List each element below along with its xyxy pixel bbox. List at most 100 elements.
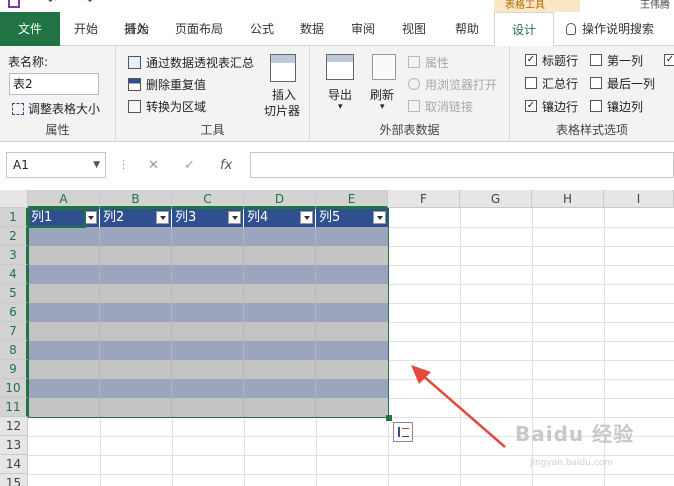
cancel-icon[interactable]: ✕ xyxy=(148,158,159,173)
table-cell[interactable] xyxy=(316,379,389,398)
table-header-cell[interactable]: 列1 xyxy=(28,208,100,227)
checkbox-header-row[interactable]: ✓ xyxy=(525,54,537,66)
column-header-d[interactable]: D xyxy=(244,190,316,208)
column-header-h[interactable]: H xyxy=(532,190,604,208)
row-header-4[interactable]: 4 xyxy=(0,265,28,284)
row-header-8[interactable]: 8 xyxy=(0,341,28,360)
tab-help[interactable]: 帮助 xyxy=(440,12,494,46)
export-dropdown-icon[interactable]: ▾ xyxy=(338,102,343,112)
table-cell[interactable] xyxy=(28,284,100,303)
row-header-2[interactable]: 2 xyxy=(0,227,28,246)
table-cell[interactable] xyxy=(316,322,389,341)
column-header-c[interactable]: C xyxy=(172,190,244,208)
table-header-cell[interactable]: 列2 xyxy=(100,208,172,227)
table-cell[interactable] xyxy=(244,341,316,360)
column-header-g[interactable]: G xyxy=(460,190,532,208)
checkbox-filter-button[interactable]: ✓ xyxy=(664,54,674,66)
table-cell[interactable] xyxy=(172,246,244,265)
table-cell[interactable] xyxy=(28,322,100,341)
table-cell[interactable] xyxy=(244,379,316,398)
checkbox-banded-rows[interactable]: ✓ xyxy=(525,100,537,112)
table-cell[interactable] xyxy=(172,379,244,398)
table-cell[interactable] xyxy=(316,360,389,379)
row-header-3[interactable]: 3 xyxy=(0,246,28,265)
export-button[interactable]: 导出 xyxy=(328,86,352,103)
select-all-corner[interactable] xyxy=(0,190,28,208)
table-cell[interactable] xyxy=(172,341,244,360)
checkbox-last-column[interactable] xyxy=(590,77,602,89)
redo-icon[interactable]: ↷ xyxy=(84,0,92,7)
tab-home-label[interactable]: 开始 xyxy=(60,12,112,46)
resize-table-button[interactable]: 调整表格大小 xyxy=(28,100,100,117)
filter-dropdown-icon[interactable] xyxy=(228,211,241,224)
table-cell[interactable] xyxy=(100,379,172,398)
name-box-dropdown-icon[interactable]: ▼ xyxy=(93,153,100,177)
table-cell[interactable] xyxy=(28,398,100,417)
name-box[interactable]: A1 ▼ xyxy=(6,152,106,178)
tab-insert[interactable]: 插入 xyxy=(112,12,160,46)
table-cell[interactable] xyxy=(28,303,100,322)
table-cell[interactable] xyxy=(100,303,172,322)
checkbox-first-column[interactable] xyxy=(590,54,602,66)
table-cell[interactable] xyxy=(244,265,316,284)
table-cell[interactable] xyxy=(244,360,316,379)
table-cell[interactable] xyxy=(28,360,100,379)
table-cell[interactable] xyxy=(172,284,244,303)
refresh-button[interactable]: 刷新 xyxy=(370,86,394,103)
tab-design[interactable]: 设计 xyxy=(494,12,554,47)
table-cell[interactable] xyxy=(316,284,389,303)
table-cell[interactable] xyxy=(172,322,244,341)
row-header-9[interactable]: 9 xyxy=(0,360,28,379)
excel-table[interactable]: 列1 列2 列3 列4 列5 xyxy=(28,208,389,418)
save-icon[interactable] xyxy=(8,0,20,8)
table-cell[interactable] xyxy=(100,265,172,284)
row-header-14[interactable]: 14 xyxy=(0,455,28,474)
table-cell[interactable] xyxy=(244,284,316,303)
table-cell[interactable] xyxy=(28,265,100,284)
filter-dropdown-icon[interactable] xyxy=(300,211,313,224)
table-header-cell[interactable]: 列4 xyxy=(244,208,316,227)
insert-function-icon[interactable]: fx xyxy=(220,158,232,173)
unlink-button[interactable]: 取消链接 xyxy=(425,98,473,115)
filter-dropdown-icon[interactable] xyxy=(156,211,169,224)
filter-dropdown-icon[interactable] xyxy=(84,211,97,224)
table-cell[interactable] xyxy=(244,398,316,417)
column-header-a[interactable]: A xyxy=(28,190,100,208)
checkbox-total-row[interactable] xyxy=(525,77,537,89)
row-header-1[interactable]: 1 xyxy=(0,208,28,227)
table-cell[interactable] xyxy=(316,246,389,265)
table-cell[interactable] xyxy=(316,398,389,417)
table-cell[interactable] xyxy=(172,227,244,246)
table-header-cell[interactable]: 列3 xyxy=(172,208,244,227)
table-cell[interactable] xyxy=(28,227,100,246)
tab-formulas[interactable]: 公式 xyxy=(238,12,286,46)
enter-icon[interactable]: ✓ xyxy=(184,158,195,173)
filter-dropdown-icon[interactable] xyxy=(373,211,386,224)
table-cell[interactable] xyxy=(28,246,100,265)
table-cell[interactable] xyxy=(28,341,100,360)
column-header-b[interactable]: B xyxy=(100,190,172,208)
table-cell[interactable] xyxy=(244,322,316,341)
tab-file[interactable]: 文件 xyxy=(0,12,60,46)
row-header-10[interactable]: 10 xyxy=(0,379,28,398)
table-cell[interactable] xyxy=(100,341,172,360)
column-header-i[interactable]: I xyxy=(604,190,674,208)
table-cell[interactable] xyxy=(28,379,100,398)
user-name[interactable]: 王伟腾 xyxy=(640,0,670,11)
row-header-7[interactable]: 7 xyxy=(0,322,28,341)
tab-view[interactable]: 视图 xyxy=(388,12,440,46)
formula-input[interactable] xyxy=(250,152,674,178)
table-cell[interactable] xyxy=(100,322,172,341)
table-cell[interactable] xyxy=(172,360,244,379)
tell-me-search[interactable]: 操作说明搜索 xyxy=(566,12,674,46)
column-header-e[interactable]: E xyxy=(316,190,388,208)
table-cell[interactable] xyxy=(316,303,389,322)
row-header-11[interactable]: 11 xyxy=(0,398,28,417)
convert-to-range-button[interactable]: 转换为区域 xyxy=(146,98,206,115)
tab-review[interactable]: 审阅 xyxy=(338,12,388,46)
refresh-dropdown-icon[interactable]: ▾ xyxy=(380,102,385,112)
table-cell[interactable] xyxy=(316,265,389,284)
summarize-pivot-button[interactable]: 通过数据透视表汇总 xyxy=(146,54,254,71)
tab-page-layout[interactable]: 页面布局 xyxy=(160,12,238,46)
open-in-browser-button[interactable]: 用浏览器打开 xyxy=(425,76,497,93)
